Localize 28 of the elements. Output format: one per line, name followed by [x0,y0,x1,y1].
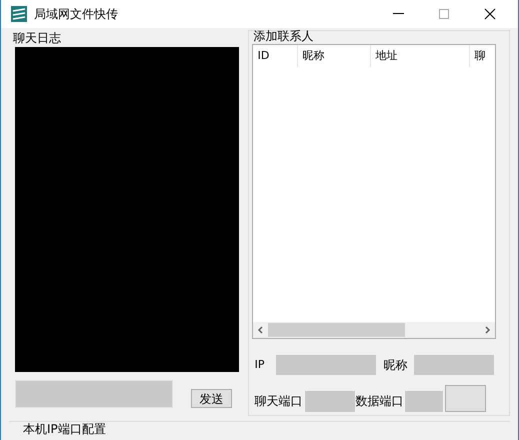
column-header[interactable]: ID [252,45,298,67]
minimize-icon[interactable] [393,13,404,15]
scroll-left-icon[interactable] [256,326,264,334]
data-port-field[interactable] [404,391,443,412]
column-header[interactable]: 昵称 [298,45,371,67]
scroll-right-icon[interactable] [484,326,491,334]
scrollbar-thumb[interactable] [268,323,405,337]
field-label: IP [254,356,266,373]
window-title: 局域网文件快传 [34,6,118,23]
button[interactable] [444,385,486,412]
column-header[interactable]: 聊 [470,45,495,67]
contact-list[interactable]: ID 昵称 地址 聊 [252,44,496,339]
field-label: 昵称 [384,357,409,374]
field-label: 聊天端口 [254,393,304,410]
group-title: 本机IP端口配置 [22,422,107,436]
group-title: 添加联系人 [252,29,315,44]
chat-port-field[interactable] [304,391,355,412]
group-title: 聊天日志 [12,30,62,47]
message-field[interactable] [15,380,173,408]
column-header[interactable]: 地址 [370,45,470,67]
horizontal-scrollbar[interactable] [252,322,495,338]
close-icon[interactable] [484,8,496,20]
ip-field[interactable] [276,355,376,375]
field-label: 数据端口 [356,393,405,410]
maximize-icon[interactable] [439,9,449,19]
app-icon [10,5,28,23]
send-button[interactable]: 发送 [191,389,232,408]
nickname-field[interactable] [414,355,494,375]
